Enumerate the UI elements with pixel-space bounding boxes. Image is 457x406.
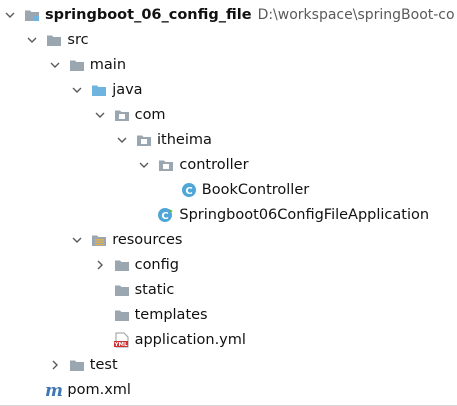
tree-row-springboot06configfileapplication[interactable]: C Springboot06ConfigFileApplication <box>0 202 457 227</box>
folder-icon <box>113 257 131 273</box>
tree-item-label: config <box>134 256 179 273</box>
tree-row-pom-xml[interactable]: m pom.xml <box>0 377 457 402</box>
tree-row-java[interactable]: java <box>0 77 457 102</box>
tree-row-com[interactable]: com <box>0 102 457 127</box>
chevron-down-icon[interactable] <box>70 83 84 97</box>
chevron-down-icon[interactable] <box>25 33 39 47</box>
arrow-spacer <box>25 383 39 397</box>
tree-row-test[interactable]: test <box>0 352 457 377</box>
tree-item-label: static <box>134 281 175 298</box>
tree-item-label: application.yml <box>134 331 246 348</box>
tree-item-label: test <box>89 356 118 373</box>
tree-row-resources[interactable]: resources <box>0 227 457 252</box>
svg-text:YML: YML <box>113 342 127 348</box>
arrow-spacer <box>160 183 174 197</box>
arrow-spacer <box>93 333 107 347</box>
tree-item-label: springboot_06_config_file <box>45 6 252 23</box>
tree-item-label: java <box>112 81 143 98</box>
package-icon <box>135 132 153 148</box>
chevron-down-icon[interactable] <box>70 233 84 247</box>
arrow-spacer <box>137 208 151 222</box>
tree-row-itheima[interactable]: itheima <box>0 127 457 152</box>
tree-row-config[interactable]: config <box>0 252 457 277</box>
tree-row-main[interactable]: main <box>0 52 457 77</box>
chevron-down-icon[interactable] <box>93 108 107 122</box>
folder-icon <box>113 282 131 298</box>
chevron-down-icon[interactable] <box>3 8 17 22</box>
tree-row-springboot-06-config-file[interactable]: springboot_06_config_file D:\workspace\sp… <box>0 2 457 27</box>
svg-text:C: C <box>162 210 169 221</box>
folder-icon <box>68 357 86 373</box>
tree-item-label: controller <box>179 156 249 173</box>
tree-row-static[interactable]: static <box>0 277 457 302</box>
folder-icon <box>113 307 131 323</box>
spring-class-icon: C <box>157 207 175 223</box>
tree-item-label: src <box>67 31 89 48</box>
tree-item-label: pom.xml <box>67 381 131 398</box>
tree-item-label: itheima <box>157 131 212 148</box>
svg-text:m: m <box>45 382 63 398</box>
maven-icon: m <box>45 382 63 398</box>
package-icon <box>157 157 175 173</box>
tree-item-label: Springboot06ConfigFileApplication <box>179 206 430 223</box>
tree-row-bookcontroller[interactable]: C BookController <box>0 177 457 202</box>
class-icon: C <box>180 182 198 198</box>
folder-icon <box>45 32 63 48</box>
arrow-spacer <box>93 308 107 322</box>
tree-row-src[interactable]: src <box>0 27 457 52</box>
module-folder-icon <box>23 7 41 23</box>
tree-row-application-yml[interactable]: YML application.yml <box>0 327 457 352</box>
module-path: D:\workspace\springBoot-co <box>257 6 455 23</box>
chevron-down-icon[interactable] <box>115 133 129 147</box>
chevron-right-icon[interactable] <box>48 358 62 372</box>
tree-item-label: resources <box>112 231 183 248</box>
package-icon <box>113 107 131 123</box>
resources-folder-icon <box>90 232 108 248</box>
chevron-down-icon[interactable] <box>137 158 151 172</box>
yml-file-icon: YML <box>113 332 131 348</box>
tree-item-label: BookController <box>201 181 310 198</box>
chevron-right-icon[interactable] <box>93 258 107 272</box>
source-folder-icon <box>90 82 108 98</box>
tree-item-label: main <box>89 56 127 73</box>
chevron-down-icon[interactable] <box>48 58 62 72</box>
tree-row-templates[interactable]: templates <box>0 302 457 327</box>
tree-row-controller[interactable]: controller <box>0 152 457 177</box>
arrow-spacer <box>93 283 107 297</box>
tree-item-label: com <box>134 106 166 123</box>
project-tree: springboot_06_config_file D:\workspace\sp… <box>0 0 457 406</box>
folder-icon <box>68 57 86 73</box>
tree-item-label: templates <box>134 306 208 323</box>
svg-text:C: C <box>185 185 192 196</box>
